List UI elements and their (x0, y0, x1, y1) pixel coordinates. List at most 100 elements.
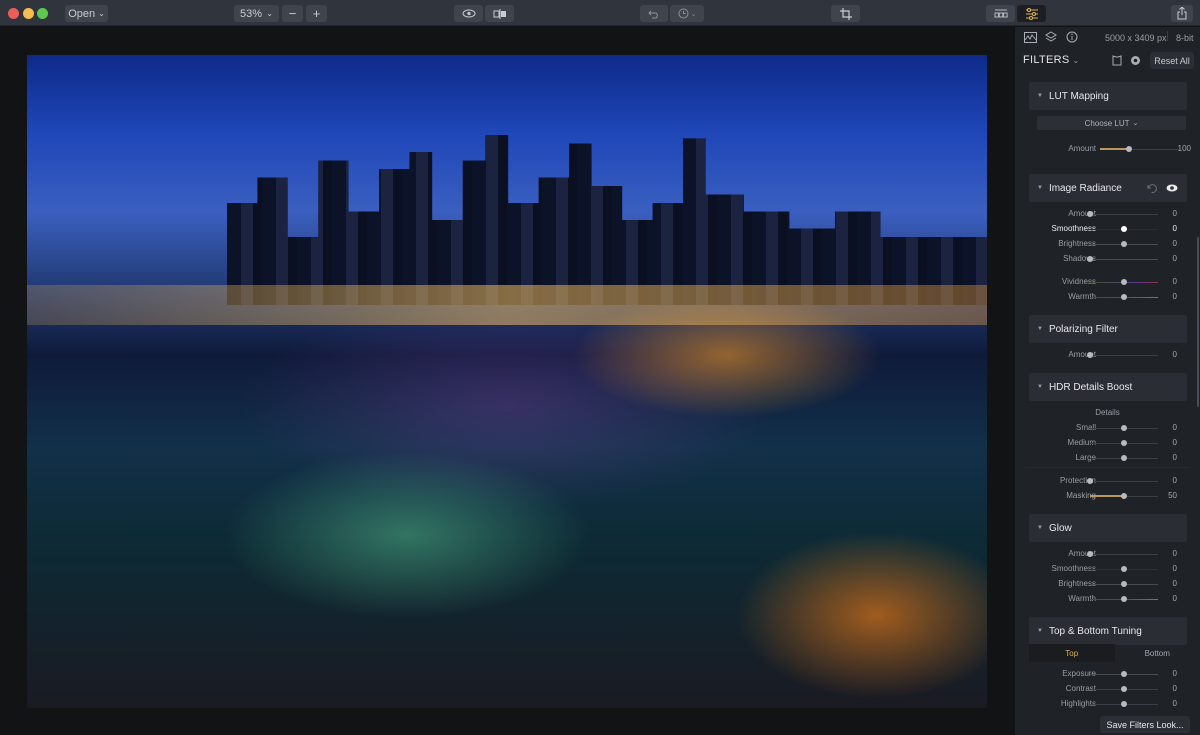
slider-knob[interactable] (1121, 241, 1127, 247)
compare-button[interactable] (485, 5, 514, 22)
hdr-large-slider[interactable]: Large 0 (1015, 451, 1200, 465)
slider-knob[interactable] (1121, 440, 1127, 446)
sidebar-scrollbar[interactable] (1197, 237, 1199, 407)
slider-knob[interactable] (1121, 493, 1127, 499)
share-button[interactable] (1171, 5, 1193, 22)
radiance-brightness-slider[interactable]: Brightness 0 (1015, 237, 1200, 251)
choose-lut-dropdown[interactable]: Choose LUT ⌄ (1037, 116, 1186, 130)
open-button[interactable]: Open ⌄ (65, 5, 108, 22)
glow-smoothness-slider[interactable]: Smoothness 0 (1015, 562, 1200, 576)
reset-all-button[interactable]: Reset All (1150, 52, 1194, 69)
glow-header[interactable]: ▼ Glow (1029, 514, 1187, 542)
hdr-small-slider[interactable]: Small 0 (1015, 421, 1200, 435)
slider-track[interactable] (1090, 259, 1158, 260)
slider-knob[interactable] (1087, 256, 1093, 262)
histogram-icon[interactable] (1023, 31, 1037, 43)
radiance-amount-slider[interactable]: Amount 0 (1015, 207, 1200, 221)
mask-icon[interactable] (1111, 55, 1123, 66)
visibility-eye-icon[interactable] (1166, 184, 1178, 192)
slider-value: 0 (1172, 438, 1177, 447)
slider-value: 0 (1172, 564, 1177, 573)
settings-gear-icon[interactable] (1130, 55, 1141, 66)
zoom-in-button[interactable]: + (306, 5, 327, 22)
lut-amount-slider[interactable]: Amount 100 (1015, 142, 1200, 156)
minimize-window-button[interactable] (23, 8, 34, 19)
slider-knob[interactable] (1121, 671, 1127, 677)
crop-button[interactable] (831, 5, 860, 22)
slider-knob[interactable] (1121, 294, 1127, 300)
slider-value: 0 (1172, 292, 1177, 301)
radiance-shadows-slider[interactable]: Shadows 0 (1015, 252, 1200, 266)
slider-knob[interactable] (1121, 279, 1127, 285)
undo-button[interactable] (640, 5, 668, 22)
close-window-button[interactable] (8, 8, 19, 19)
filters-sidebar: 5000 x 3409 px 8-bit FILTERS ⌄ Reset All… (1015, 27, 1200, 735)
slider-knob[interactable] (1121, 701, 1127, 707)
slider-knob[interactable] (1121, 455, 1127, 461)
slider-knob[interactable] (1121, 226, 1127, 232)
hdr-medium-slider[interactable]: Medium 0 (1015, 436, 1200, 450)
radiance-vividness-slider[interactable]: Vividness 0 (1015, 275, 1200, 289)
history-icon (678, 8, 689, 19)
tab-top[interactable]: Top (1029, 644, 1115, 662)
city-lights (27, 285, 987, 325)
slider-knob[interactable] (1126, 146, 1132, 152)
image-canvas[interactable] (0, 27, 1015, 735)
glow-warmth-slider[interactable]: Warmth 0 (1015, 592, 1200, 606)
top-bottom-tuning-header[interactable]: ▼ Top & Bottom Tuning (1029, 617, 1187, 645)
divider (1167, 31, 1168, 41)
lut-mapping-header[interactable]: ▼ LUT Mapping (1029, 82, 1187, 110)
radiance-warmth-slider[interactable]: Warmth 0 (1015, 290, 1200, 304)
presets-button[interactable] (986, 5, 1015, 22)
tuning-contrast-slider[interactable]: Contrast 0 (1015, 682, 1200, 696)
info-icon[interactable] (1065, 31, 1079, 43)
slider-value: 50 (1168, 491, 1177, 500)
slider-knob[interactable] (1121, 596, 1127, 602)
tuning-exposure-slider[interactable]: Exposure 0 (1015, 667, 1200, 681)
polarizing-filter-header[interactable]: ▼ Polarizing Filter (1029, 315, 1187, 343)
slider-value: 0 (1172, 239, 1177, 248)
glow-amount-slider[interactable]: Amount 0 (1015, 547, 1200, 561)
glow-brightness-slider[interactable]: Brightness 0 (1015, 577, 1200, 591)
hdr-details-boost-header[interactable]: ▼ HDR Details Boost (1029, 373, 1187, 401)
details-section-label: Details (1095, 408, 1120, 417)
tuning-highlights-slider[interactable]: Highlights 0 (1015, 697, 1200, 711)
polarizing-amount-slider[interactable]: Amount 0 (1015, 348, 1200, 362)
photo-singapore-marina-bay-night[interactable] (27, 55, 987, 708)
preview-button[interactable] (454, 5, 483, 22)
hdr-protection-slider[interactable]: Protection 0 (1015, 474, 1200, 488)
slider-knob[interactable] (1087, 211, 1093, 217)
tab-bottom[interactable]: Bottom (1115, 644, 1200, 662)
collapse-triangle-icon: ▼ (1037, 326, 1043, 332)
slider-knob[interactable] (1121, 686, 1127, 692)
radiance-smoothness-slider[interactable]: Smoothness 0 (1015, 222, 1200, 236)
slider-track[interactable] (1090, 355, 1158, 356)
slider-knob[interactable] (1087, 551, 1093, 557)
slider-knob[interactable] (1121, 425, 1127, 431)
reset-filter-icon[interactable] (1146, 183, 1157, 194)
panel-title: Top & Bottom Tuning (1048, 625, 1142, 637)
hdr-masking-slider[interactable]: Masking 50 (1015, 489, 1200, 503)
slider-knob[interactable] (1087, 352, 1093, 358)
filters-panel-button[interactable] (1017, 5, 1046, 22)
sliders-icon (1025, 7, 1038, 20)
layers-icon[interactable] (1044, 31, 1058, 43)
maximize-window-button[interactable] (37, 8, 48, 19)
slider-track[interactable] (1090, 214, 1158, 215)
chevron-down-icon: ⌄ (1132, 120, 1139, 127)
zoom-select[interactable]: 53% ⌄ (234, 5, 279, 22)
slider-knob[interactable] (1121, 581, 1127, 587)
collapse-triangle-icon: ▼ (1037, 185, 1043, 191)
slider-fill (1090, 495, 1124, 497)
slider-track[interactable] (1090, 481, 1158, 482)
undo-icon (648, 10, 658, 18)
save-filters-look-button[interactable]: Save Filters Look... (1100, 716, 1190, 733)
skyline (227, 135, 987, 305)
zoom-out-button[interactable]: − (282, 5, 303, 22)
crop-icon (839, 7, 852, 20)
slider-knob[interactable] (1121, 566, 1127, 572)
history-button[interactable]: ⌄ (670, 5, 704, 22)
image-radiance-header[interactable]: ▼ Image Radiance (1029, 174, 1187, 202)
slider-track[interactable] (1090, 554, 1158, 555)
slider-knob[interactable] (1087, 478, 1093, 484)
